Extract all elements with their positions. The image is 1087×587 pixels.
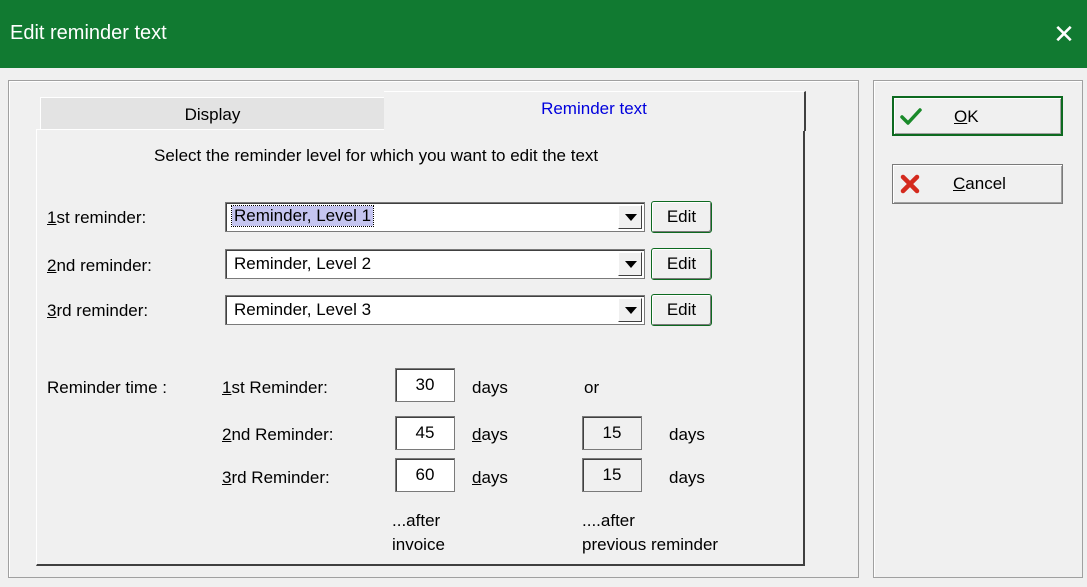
title-bar: Edit reminder text ✕ xyxy=(0,0,1087,68)
edit-second-reminder-button[interactable]: Edit xyxy=(651,248,712,280)
instruction-text: Select the reminder level for which you … xyxy=(154,146,599,165)
edit-third-reminder-button[interactable]: Edit xyxy=(651,294,712,326)
after-invoice-label-line2: invoice xyxy=(392,535,445,554)
checkmark-icon xyxy=(900,108,922,125)
after-invoice-label-line1: ...after xyxy=(392,511,441,530)
tab-display[interactable]: Display xyxy=(40,97,384,130)
second-reminder-days2-label: days xyxy=(669,425,705,444)
second-reminder-select[interactable]: Reminder, Level 2 xyxy=(225,249,645,279)
chevron-down-icon[interactable] xyxy=(618,252,642,276)
after-previous-label-line2: previous reminder xyxy=(582,535,719,554)
red-x-icon xyxy=(900,174,920,194)
tab-panel-reminder-text xyxy=(36,129,805,566)
or-label: or xyxy=(584,378,600,397)
third-reminder-time-label: 3rd Reminder: xyxy=(222,468,330,487)
reminder-time-label: Reminder time : xyxy=(47,378,167,397)
third-reminder-value: Reminder, Level 3 xyxy=(234,300,372,319)
after-previous-label-line1: ....after xyxy=(582,511,635,530)
first-reminder-days-label: days xyxy=(472,378,508,397)
ok-label: OK xyxy=(954,107,979,126)
first-reminder-time-label: 1st Reminder: xyxy=(222,378,328,397)
cancel-button[interactable]: Cancel xyxy=(892,164,1063,204)
edit-first-reminder-button[interactable]: Edit xyxy=(651,201,712,233)
buttons-group-frame xyxy=(873,80,1083,578)
first-reminder-label: 1st reminder: xyxy=(47,208,147,227)
chevron-down-icon[interactable] xyxy=(618,298,642,322)
second-reminder-days-label: days xyxy=(472,425,508,444)
second-reminder-label: 2nd reminder: xyxy=(47,256,152,275)
cancel-label: Cancel xyxy=(953,174,1006,193)
ok-button[interactable]: OK xyxy=(892,96,1063,136)
second-reminder-time-label: 2nd Reminder: xyxy=(222,425,334,444)
third-reminder-days2-label: days xyxy=(669,468,705,487)
second-reminder-days-input[interactable]: 45 xyxy=(395,416,455,450)
tab-reminder-text[interactable]: Reminder text xyxy=(384,91,806,131)
third-reminder-days-after-previous: 15 xyxy=(582,458,642,492)
close-icon: ✕ xyxy=(1053,19,1075,49)
second-reminder-days-after-previous: 15 xyxy=(582,416,642,450)
close-button[interactable]: ✕ xyxy=(1041,14,1087,54)
first-reminder-select[interactable]: Reminder, Level 1 xyxy=(225,202,645,232)
first-reminder-value: Reminder, Level 1 xyxy=(230,205,375,227)
third-reminder-select[interactable]: Reminder, Level 3 xyxy=(225,295,645,325)
third-reminder-days-input[interactable]: 60 xyxy=(395,458,455,492)
window-title: Edit reminder text xyxy=(10,22,167,44)
second-reminder-value: Reminder, Level 2 xyxy=(234,254,372,273)
third-reminder-label: 3rd reminder: xyxy=(47,301,149,320)
first-reminder-days-input[interactable]: 30 xyxy=(395,368,455,402)
third-reminder-days-label: days xyxy=(472,468,508,487)
chevron-down-icon[interactable] xyxy=(618,205,642,229)
